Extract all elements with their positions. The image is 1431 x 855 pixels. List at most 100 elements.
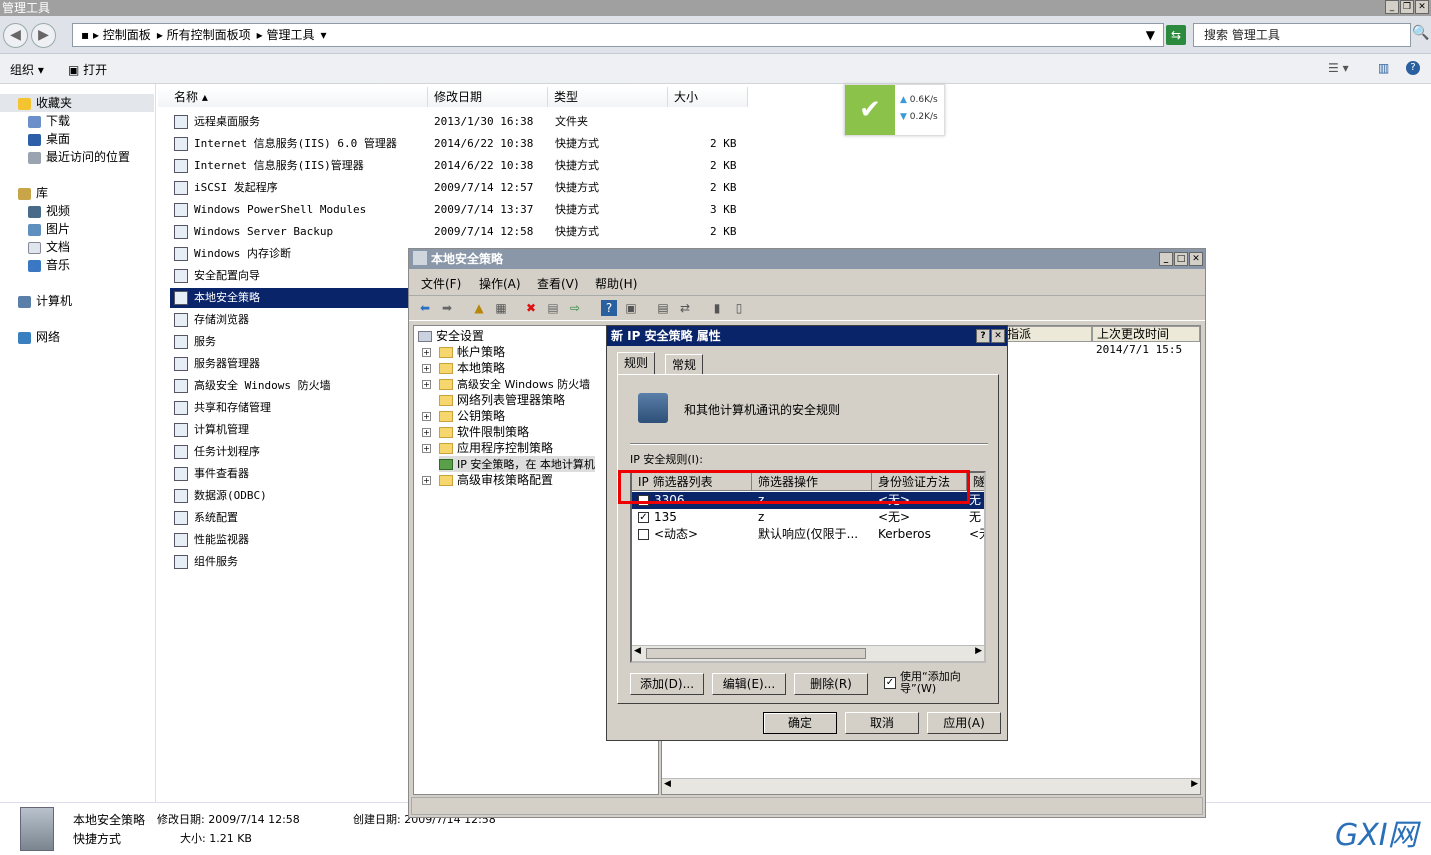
- rule-checkbox[interactable]: [638, 529, 649, 540]
- open-button[interactable]: ▣ 打开: [68, 61, 107, 78]
- file-row[interactable]: iSCSI 发起程序 2009/7/14 12:57 快捷方式 2 KB: [170, 178, 750, 198]
- nav-recent[interactable]: 最近访问的位置: [28, 148, 130, 166]
- console-icon[interactable]: ▣: [623, 300, 639, 316]
- downloads-icon: [28, 115, 41, 128]
- nav-documents[interactable]: 文档: [28, 238, 70, 256]
- address-dropdown-icon[interactable]: ▼: [1146, 24, 1155, 46]
- breadcrumb-all-items[interactable]: 所有控制面板项: [167, 28, 251, 42]
- file-row[interactable]: 远程桌面服务 2013/1/30 16:38 文件夹: [170, 112, 750, 132]
- scroll-right-icon[interactable]: ▶: [975, 646, 982, 656]
- file-row[interactable]: 本地安全策略: [170, 288, 408, 308]
- forward-arrow-icon[interactable]: ➡: [439, 300, 455, 316]
- tab-rules[interactable]: 规则: [617, 352, 656, 374]
- nav-libraries[interactable]: 库: [18, 184, 48, 202]
- nav-computer[interactable]: 计算机: [18, 292, 72, 310]
- dialog-close-button[interactable]: ✕: [991, 329, 1005, 343]
- cancel-button[interactable]: 取消: [845, 712, 919, 734]
- column-header-last-modified[interactable]: 上次更改时间: [1092, 326, 1200, 342]
- menu-view[interactable]: 查看(V): [537, 275, 579, 292]
- back-button[interactable]: ◀: [3, 23, 28, 48]
- tree-ip-security[interactable]: IP 安全策略，在 本地计算机: [439, 456, 595, 472]
- lsp-maximize-button[interactable]: □: [1174, 252, 1188, 266]
- use-wizard-checkbox[interactable]: ✓: [884, 677, 896, 689]
- delete-icon[interactable]: ✖: [523, 300, 539, 316]
- search-input[interactable]: 搜索 管理工具: [1193, 23, 1411, 47]
- column-header-type[interactable]: 类型: [548, 87, 668, 107]
- refresh-icon[interactable]: ⇆: [1166, 25, 1186, 45]
- column-header-name[interactable]: 名称 ▴: [158, 87, 428, 107]
- assign-icon[interactable]: ⇄: [677, 300, 693, 316]
- manage-filters-icon[interactable]: ▤: [655, 300, 671, 316]
- network-speed-widget[interactable]: ✔ ▲ 0.6K/s ▼ 0.2K/s: [844, 84, 945, 136]
- nav-favorites[interactable]: 收藏夹: [0, 94, 154, 112]
- add-rule-button[interactable]: 添加(D)...: [630, 673, 704, 695]
- tree-app-control[interactable]: + 应用程序控制策略: [422, 440, 553, 456]
- show-tree-icon[interactable]: ▦: [493, 300, 509, 316]
- download-speed: 0.2K/s: [909, 112, 938, 122]
- column-header-assigned[interactable]: 指派: [1002, 326, 1092, 342]
- nav-videos[interactable]: 视频: [28, 202, 70, 220]
- dialog-help-button[interactable]: ?: [976, 329, 990, 343]
- tree-firewall[interactable]: + 高级安全 Windows 防火墙: [422, 376, 590, 392]
- back-arrow-icon[interactable]: ⬅: [417, 300, 433, 316]
- scroll-thumb[interactable]: [646, 648, 866, 659]
- scroll-right-icon[interactable]: ▶: [1191, 779, 1198, 789]
- server-icon: [20, 807, 54, 851]
- ip-policy-properties-dialog[interactable]: 新 IP 安全策略 属性 ? ✕ 规则 常规 和其他计算机通讯的安全规则 IP …: [606, 325, 1008, 741]
- ok-button[interactable]: 确定: [763, 712, 837, 734]
- rule-checkbox[interactable]: ✓: [638, 512, 649, 523]
- export-icon[interactable]: ⇨: [567, 300, 583, 316]
- breadcrumb-control-panel[interactable]: 控制面板: [103, 28, 151, 42]
- breadcrumb-admin-tools[interactable]: 管理工具: [267, 28, 315, 42]
- up-folder-icon[interactable]: ▲: [471, 300, 487, 316]
- rules-scrollbar[interactable]: ◀ ▶: [632, 645, 984, 661]
- rule-row[interactable]: <动态>默认响应(仅限于...Kerberos<无: [632, 526, 984, 543]
- help-icon[interactable]: ?: [1406, 61, 1420, 75]
- horizontal-scrollbar[interactable]: ◀ ▶: [662, 778, 1200, 794]
- file-row[interactable]: Windows Server Backup 2009/7/14 12:58 快捷方式…: [170, 222, 750, 242]
- close-button[interactable]: ✕: [1415, 0, 1429, 14]
- unassign-icon[interactable]: ▯: [731, 300, 747, 316]
- menu-action[interactable]: 操作(A): [479, 275, 521, 292]
- view-options-icon[interactable]: ☰ ▾: [1328, 61, 1349, 75]
- scroll-left-icon[interactable]: ◀: [634, 646, 641, 656]
- edit-rule-button[interactable]: 编辑(E)...: [712, 673, 786, 695]
- minimize-button[interactable]: _: [1385, 0, 1399, 14]
- nav-pictures[interactable]: 图片: [28, 220, 70, 238]
- tree-public-key[interactable]: + 公钥策略: [422, 408, 505, 424]
- tree-security-settings[interactable]: 安全设置: [418, 328, 484, 344]
- tree-account-policies[interactable]: + 帐户策略: [422, 344, 505, 360]
- nav-music[interactable]: 音乐: [28, 256, 70, 274]
- preview-pane-icon[interactable]: ▥: [1378, 61, 1389, 75]
- help-icon[interactable]: ?: [601, 300, 617, 316]
- file-row[interactable]: Windows PowerShell Modules 2009/7/14 13:3…: [170, 200, 750, 220]
- nav-downloads[interactable]: 下载: [28, 112, 70, 130]
- apply-button[interactable]: 应用(A): [927, 712, 1001, 734]
- tree-network-list[interactable]: 网络列表管理器策略: [439, 392, 565, 408]
- forward-button[interactable]: ▶: [31, 23, 56, 48]
- rule-row[interactable]: ✓ 135 z <无> 无: [632, 509, 984, 526]
- menu-file[interactable]: 文件(F): [421, 275, 461, 292]
- lsp-close-button[interactable]: ✕: [1189, 252, 1203, 266]
- scroll-left-icon[interactable]: ◀: [664, 779, 671, 789]
- policy-icon[interactable]: ▮: [709, 300, 725, 316]
- properties-icon[interactable]: ▤: [545, 300, 561, 316]
- lsp-minimize-button[interactable]: _: [1159, 252, 1173, 266]
- tab-general[interactable]: 常规: [665, 354, 704, 374]
- nav-network[interactable]: 网络: [18, 328, 60, 346]
- file-row[interactable]: Internet 信息服务(IIS) 6.0 管理器 2014/6/22 10:3…: [170, 134, 750, 154]
- tree-audit-policy[interactable]: + 高级审核策略配置: [422, 472, 553, 488]
- search-icon[interactable]: 🔍: [1412, 25, 1430, 45]
- menu-help[interactable]: 帮助(H): [595, 275, 637, 292]
- address-bar[interactable]: ▪ ▸ 控制面板 ▸ 所有控制面板项 ▸ 管理工具 ▾ ▼: [72, 23, 1164, 47]
- file-row[interactable]: Internet 信息服务(IIS)管理器 2014/6/22 10:38 快捷方式…: [170, 156, 750, 176]
- tree-local-policies[interactable]: + 本地策略: [422, 360, 505, 376]
- organize-button[interactable]: 组织 ▾: [10, 61, 44, 78]
- restore-button[interactable]: ❐: [1400, 0, 1414, 14]
- nav-desktop[interactable]: 桌面: [28, 130, 70, 148]
- column-header-size[interactable]: 大小: [668, 87, 748, 107]
- shortcut-icon: [174, 115, 188, 129]
- tree-software-restriction[interactable]: + 软件限制策略: [422, 424, 529, 440]
- remove-rule-button[interactable]: 删除(R): [794, 673, 868, 695]
- column-header-modified[interactable]: 修改日期: [428, 87, 548, 107]
